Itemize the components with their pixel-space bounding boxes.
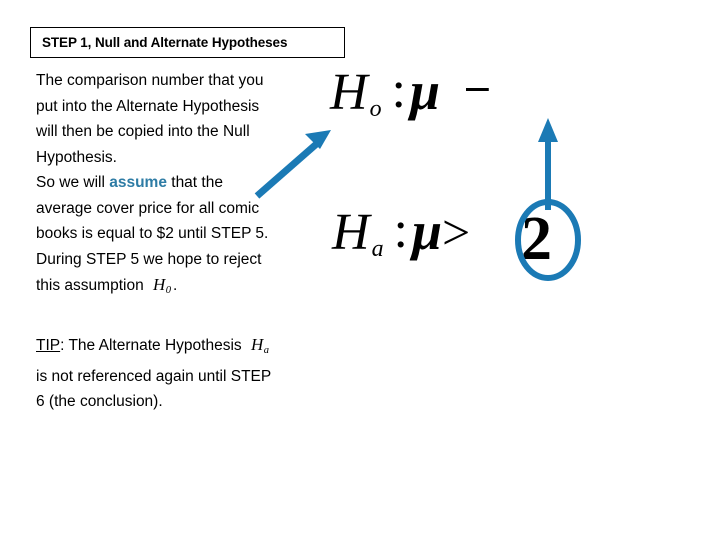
null-formula-operator-glyph: =	[466, 88, 492, 108]
paragraph-3-suffix: .	[173, 277, 178, 294]
null-formula-H: H	[330, 64, 368, 121]
alt-formula-base: Ha	[332, 204, 384, 261]
slide-canvas: STEP 1, Null and Alternate Hypotheses Th…	[0, 0, 720, 540]
title-box: STEP 1, Null and Alternate Hypotheses	[30, 27, 345, 58]
alt-formula-H: H	[332, 204, 370, 261]
null-formula-subscript: o	[369, 95, 382, 122]
tip-suffix: is not referenced again until STEP 6 (th…	[36, 367, 271, 411]
null-formula-operator: =	[466, 88, 534, 108]
paragraph-3: During STEP 5 we hope to reject this ass…	[36, 247, 282, 304]
null-formula-base: Ho	[330, 64, 382, 121]
inline-alt-base: H	[250, 334, 264, 354]
inline-alternate-hypothesis-symbol: Ha	[246, 334, 271, 357]
assume-highlight: assume	[109, 174, 167, 191]
paragraph-2: So we will assume that the average cover…	[36, 170, 282, 247]
tip-paragraph: TIP: The Alternate Hypothesis Ha is not …	[36, 332, 282, 415]
paragraph-2-prefix: So we will	[36, 174, 110, 191]
inline-alt-subscript: a	[263, 345, 269, 357]
alt-formula-subscript: a	[371, 235, 384, 262]
page-title: STEP 1, Null and Alternate Hypotheses	[42, 35, 288, 50]
body-text-block: The comparison number that you put into …	[36, 68, 282, 415]
inline-null-subscript: 0	[165, 285, 172, 297]
null-hypothesis-formula: Ho:μ	[330, 64, 440, 122]
alt-formula-colon: :	[393, 202, 408, 259]
alt-formula-operator: >	[442, 204, 471, 260]
alternate-hypothesis-formula: Ha:μ>	[332, 204, 470, 262]
null-formula-mu: μ	[409, 61, 441, 121]
inline-null-base: H	[153, 275, 166, 294]
inline-null-hypothesis-symbol: H0	[148, 275, 173, 297]
vertical-arrow-icon	[538, 118, 558, 210]
tip-prefix: : The Alternate Hypothesis	[60, 336, 246, 354]
alt-formula-mu: μ	[411, 201, 443, 261]
tip-label: TIP	[36, 336, 61, 354]
paragraph-1: The comparison number that you put into …	[36, 72, 264, 166]
null-formula-colon: :	[391, 62, 406, 119]
alt-formula-value: 2	[521, 205, 552, 273]
